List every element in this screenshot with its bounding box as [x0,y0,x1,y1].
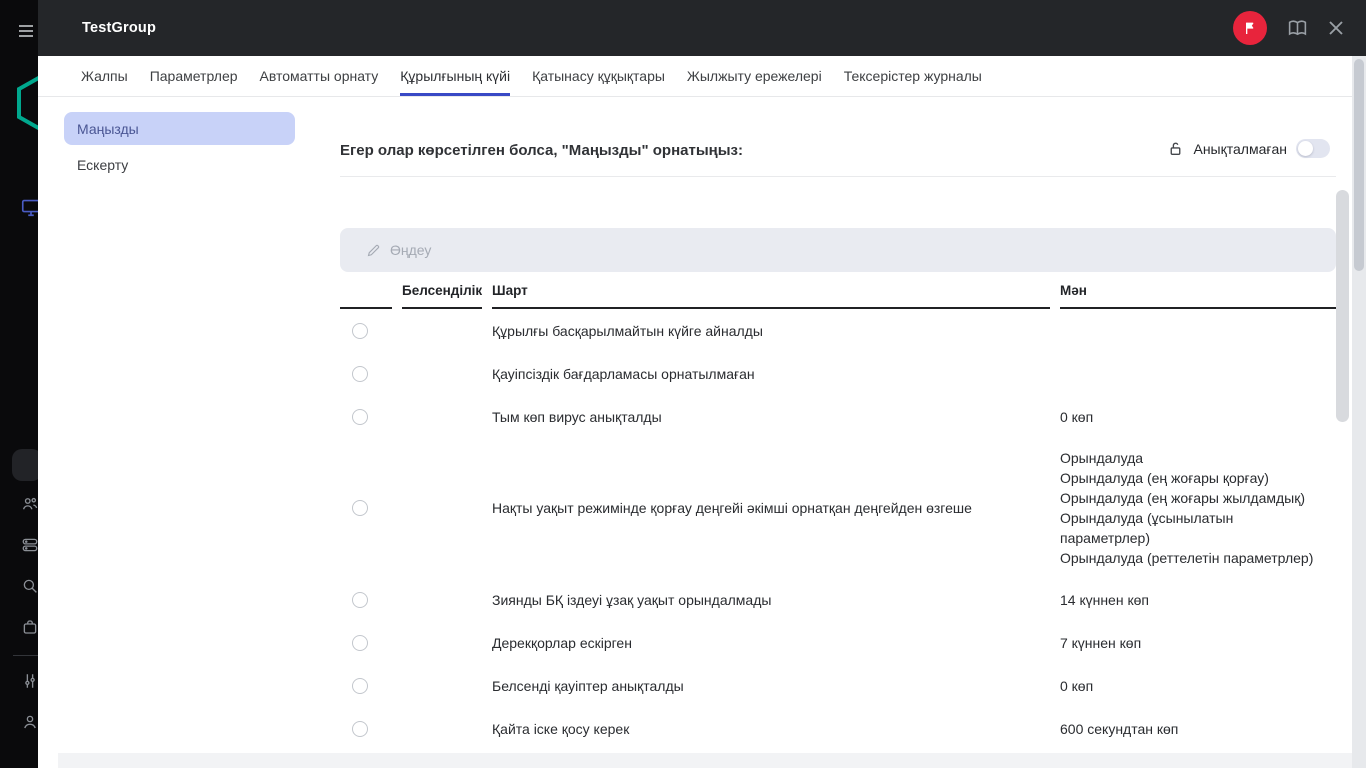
value-text: 600 секундтан көп [1060,709,1316,749]
toggle-knob [1298,141,1313,156]
table-header-row: Белсенділік Шарт Мән [340,283,1336,309]
horizontal-scroll-gutter [58,753,1352,768]
condition-text: Дерекқорлар ескірген [492,634,1050,652]
tab-1[interactable]: Параметрлер [150,56,238,96]
properties-tab-bar: Жалпы Параметрлер Автоматты орнату Құрылғын… [38,56,1352,97]
toggle-knob [388,645,400,657]
servers-icon[interactable] [21,536,39,554]
section-heading: Егер олар көрсетілген болса, "Маңызды" о… [340,142,743,159]
tab-3[interactable]: Құрылғының күйі [400,56,510,96]
tab-6[interactable]: Тексерістер журналы [844,56,982,96]
severity-sidebar: МаңыздыЕскерту [38,97,340,768]
table-row: Нақты уақыт режимінде қорғау деңгейі әкі… [340,438,1336,578]
table-row: Қауіпсіздік бағдарламасы орнатылмаған [340,352,1336,395]
page-scrollbar-track[interactable] [1352,56,1366,768]
help-book-button[interactable] [1287,19,1308,37]
condition-text: Нақты уақыт режимінде қорғау деңгейі әкі… [492,499,1050,517]
header-actions [1233,11,1344,45]
toggle-knob [404,688,416,700]
column-header-value: Мән [1060,283,1336,309]
tab-0[interactable]: Жалпы [81,56,128,96]
user-account-icon[interactable] [21,713,39,731]
table-row: Зиянды БҚ іздеуі ұзақ уақыт орындалмады … [340,578,1336,621]
flag-icon [1242,20,1258,36]
undefined-lock-control: Анықталмаған [1167,139,1330,158]
tab-5[interactable]: Жылжыту ережелері [687,56,822,96]
row-radio-button[interactable] [352,409,368,425]
sidebar-item-1[interactable]: Ескерту [64,148,295,181]
column-header-condition: Шарт [492,283,1050,309]
panel-header: TestGroup [38,0,1366,56]
users-group-icon[interactable] [21,495,39,513]
toggle-knob [388,731,400,743]
undefined-toggle[interactable] [1296,139,1330,158]
undefined-label: Анықталмаған [1193,141,1287,157]
row-radio-button[interactable] [352,635,368,651]
panel-title: TestGroup [82,20,1233,36]
rail-divider [13,655,38,656]
tab-2[interactable]: Автоматты орнату [260,56,379,96]
condition-text: Құрылғы басқарылмайтын күйге айналды [492,322,1050,340]
condition-text: Белсенді қауіптер анықталды [492,677,1050,695]
table-body: Құрылғы басқарылмайтын күйге айналды Қау… [340,309,1336,750]
table-row: Белсенді қауіптер анықталды 0 көп [340,664,1336,707]
lock-open-icon [1167,140,1184,158]
conditions-table: Белсенділік Шарт Мән Құрылғы басқарылмай… [340,283,1336,750]
search-icon[interactable] [21,577,39,595]
edit-button-label: Өңдеу [390,242,431,258]
value-text: Орындалуда Орындалуда (ең жоғары қорғау)… [1060,438,1316,578]
toggle-knob [404,510,416,522]
row-radio-button[interactable] [352,366,368,382]
value-text: 7 күннен көп [1060,623,1316,663]
sidebar-item-0[interactable]: Маңызды [64,112,295,145]
notifications-flag-button[interactable] [1233,11,1267,45]
app-rail [0,0,38,768]
row-radio-button[interactable] [352,323,368,339]
value-text [1060,321,1316,341]
group-properties-panel: TestGroup Жалпы Параметрлер Автоматты орна… [38,0,1366,768]
condition-text: Тым көп вирус анықталды [492,408,1050,426]
value-text: 0 көп [1060,397,1316,437]
briefcase-icon[interactable] [21,618,39,636]
close-icon [1328,20,1344,36]
device-status-content: Егер олар көрсетілген болса, "Маңызды" о… [340,97,1336,768]
value-text: 0 көп [1060,666,1316,706]
value-text: 14 күннен көп [1060,580,1316,620]
book-icon [1287,19,1308,37]
row-radio-button[interactable] [352,678,368,694]
condition-text: Зиянды БҚ іздеуі ұзақ уақыт орындалмады [492,591,1050,609]
row-radio-button[interactable] [352,721,368,737]
table-row: Қайта іске қосу керек 600 секундтан көп [340,707,1336,750]
page-scrollbar-thumb[interactable] [1354,59,1364,271]
condition-text: Қауіпсіздік бағдарламасы орнатылмаған [492,365,1050,383]
toggle-knob [404,419,416,431]
toggle-knob [388,376,400,388]
value-text [1060,364,1316,384]
row-radio-button[interactable] [352,592,368,608]
settings-sliders-icon[interactable] [21,672,39,690]
toggle-knob [388,333,400,345]
close-panel-button[interactable] [1328,20,1344,36]
column-header-select [340,283,392,309]
toggle-knob [388,602,400,614]
row-radio-button[interactable] [352,500,368,516]
table-row: Тым көп вирус анықталды 0 көп [340,395,1336,438]
content-scrollbar-thumb[interactable] [1336,190,1349,422]
edit-button[interactable]: Өңдеу [340,228,1336,272]
pencil-icon [366,243,381,258]
hamburger-menu-icon[interactable] [19,25,33,37]
table-row: Дерекқорлар ескірген 7 күннен көп [340,621,1336,664]
heading-divider [340,176,1336,177]
tab-4[interactable]: Қатынасу құқықтары [532,56,665,96]
column-header-activity: Белсенділік [402,283,482,309]
condition-text: Қайта іске қосу керек [492,720,1050,738]
table-row: Құрылғы басқарылмайтын күйге айналды [340,309,1336,352]
